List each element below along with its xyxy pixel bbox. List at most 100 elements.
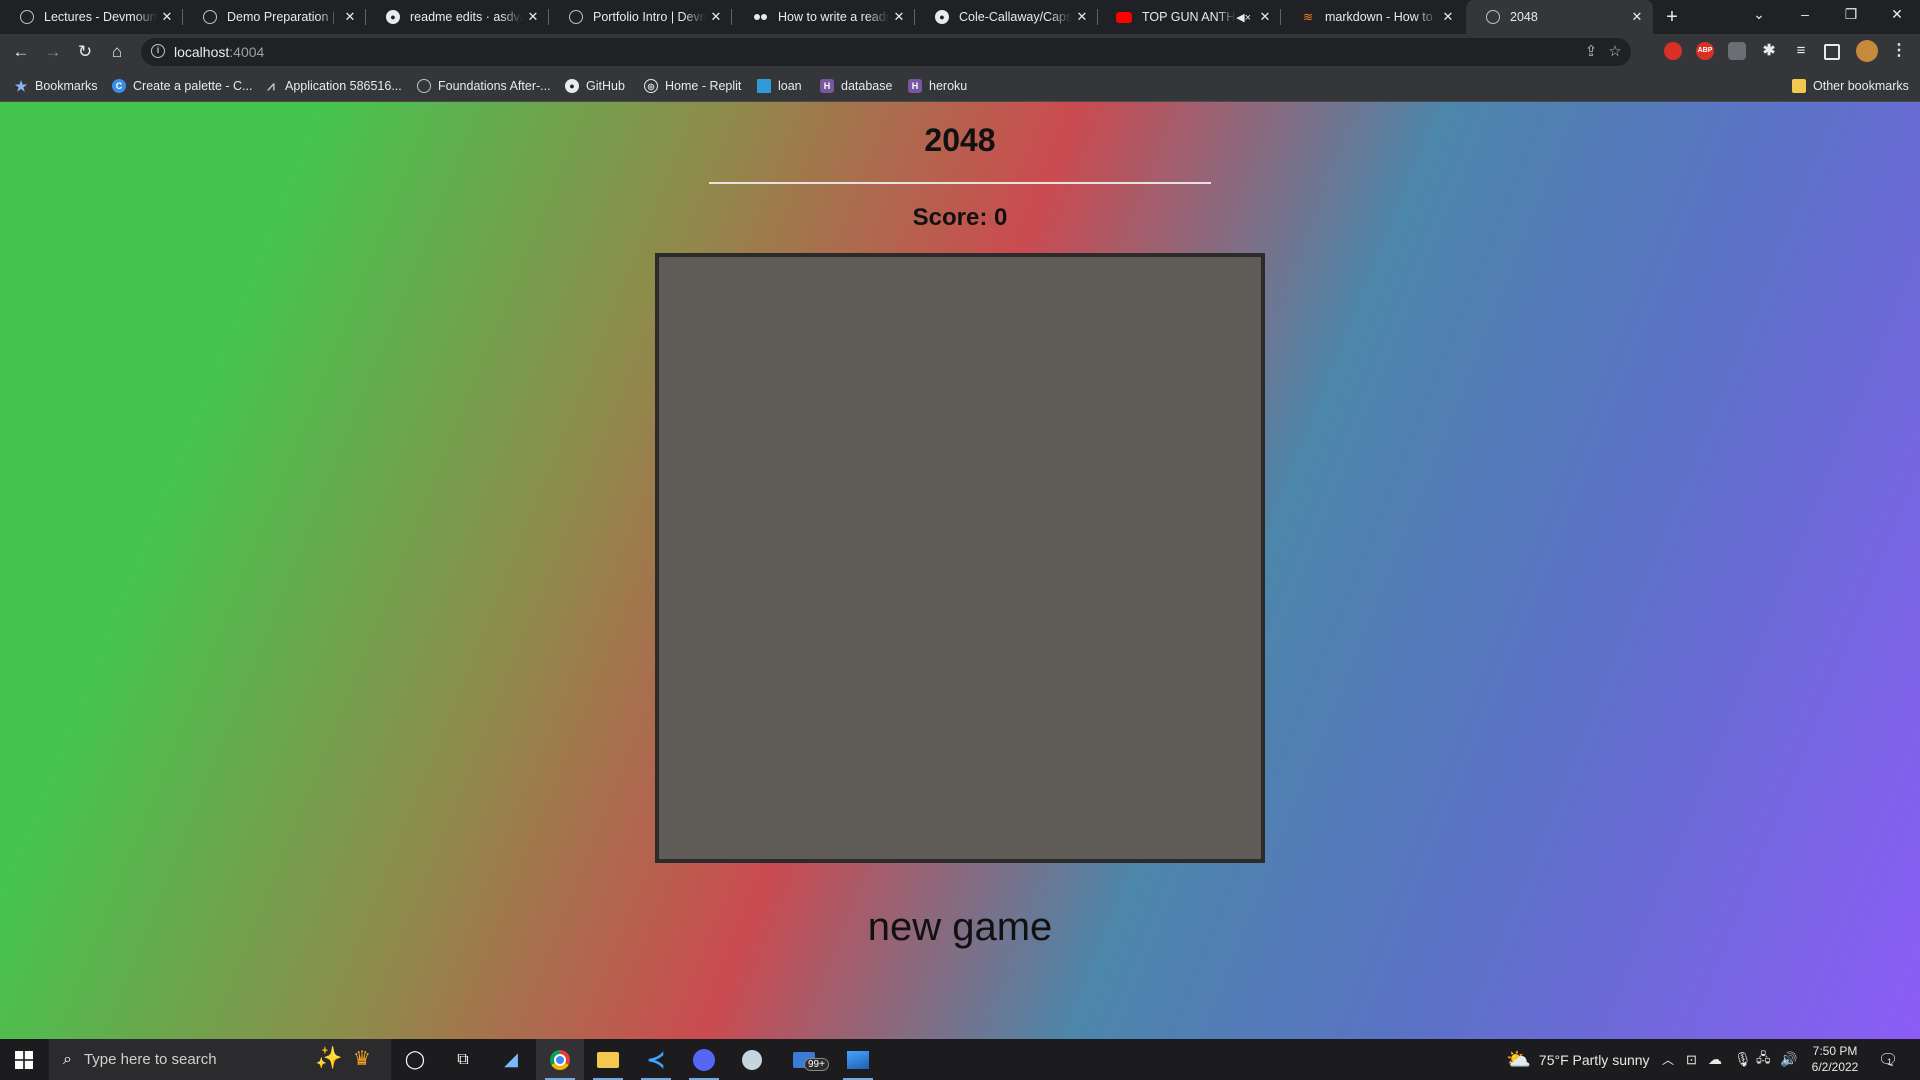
search-highlight-icon: ✨ [315,1045,343,1070]
tab-readme-edits[interactable]: ● readme edits · asdvalenzuela ✕ [366,0,549,34]
chrome-menu-icon[interactable]: ⋮ [1890,42,1908,60]
steam-logo-icon [742,1049,762,1070]
window-close-button[interactable]: ✕ [1874,0,1920,30]
minimize-button[interactable]: – [1782,0,1828,30]
close-icon[interactable]: ✕ [1072,9,1092,25]
adblock-plus-icon[interactable]: ABP [1696,42,1714,60]
tab-portfolio-intro[interactable]: Portfolio Intro | Devmountain ✕ [549,0,732,34]
clock-time: 7:50 PM [1812,1044,1858,1058]
onedrive-icon[interactable]: ☁ [1708,1039,1722,1080]
bookmark-loan[interactable]: loan [757,77,802,95]
bookmark-replit[interactable]: ◎ Home - Replit [644,77,741,95]
image-icon [847,1050,869,1069]
notification-bubble-icon: 🗨 1 [1878,1051,1899,1069]
close-icon[interactable]: ✕ [889,9,909,25]
tab-demo-preparation[interactable]: Demo Preparation | Devmountain ✕ [183,0,366,34]
side-panel-icon[interactable] [1824,44,1840,60]
new-game-button[interactable]: new game [0,905,1920,950]
tab-search-button[interactable]: ⌄ [1736,0,1782,30]
device-icon[interactable]: ⊡ [1686,1039,1697,1080]
extensions-puzzle-icon[interactable]: ✱ [1760,42,1778,60]
site-info-icon[interactable]: i [151,44,165,58]
taskbar-search[interactable]: ⌕ Type here to search ✨ ♛ [49,1039,391,1080]
chrome-taskbar-icon[interactable] [536,1039,584,1080]
tab-capstone-repo[interactable]: ● Cole-Callaway/Capstone ✕ [915,0,1098,34]
score-display: Score: 0 [912,204,1008,231]
network-icon[interactable]: 🖧 [1756,1039,1771,1080]
profile-avatar[interactable] [1856,40,1878,62]
show-hidden-icons-button[interactable]: ︿ [1662,1039,1674,1080]
bookmark-label: Bookmarks [35,79,98,93]
photos-icon[interactable] [834,1039,882,1080]
star-icon: ★ [14,77,28,94]
extension-gray-icon[interactable] [1728,42,1746,60]
speaker-muted-icon[interactable]: ◀× [1236,11,1251,24]
github-icon: ● [565,79,579,93]
vscode-icon[interactable]: ≺ [632,1039,680,1080]
tab-2048[interactable]: 2048 ✕ [1466,0,1653,34]
tab-lectures[interactable]: Lectures - Devmountain ✕ [0,0,183,34]
game-board[interactable] [655,253,1265,863]
system-clock[interactable]: 7:50 PM 6/2/2022 [1802,1043,1868,1075]
globe-icon [569,10,583,24]
extension-red-icon[interactable] [1664,42,1682,60]
microphone-icon[interactable]: 🎙 [1734,1039,1752,1080]
close-icon[interactable]: ✕ [340,9,360,25]
media-control-icon[interactable]: ≡ [1792,42,1810,60]
weather-widget[interactable]: ⛅ 75°F Partly sunny [1506,1039,1650,1080]
bookmark-github[interactable]: ● GitHub [565,77,625,95]
tab-title: Cole-Callaway/Capstone [959,10,1072,24]
app-pinned-icon[interactable]: ◢ [487,1039,535,1080]
globe-icon [20,10,34,24]
restore-button[interactable]: ❐ [1828,0,1874,30]
tab-how-to-write-readme[interactable]: How to write a readme ✕ [732,0,915,34]
globe-icon [417,79,431,93]
discord-icon[interactable] [680,1039,728,1080]
other-bookmarks[interactable]: Other bookmarks [1792,77,1909,95]
youtube-icon [1116,11,1132,23]
bookmark-heroku[interactable]: H heroku [908,77,967,95]
bookmark-foundations[interactable]: Foundations After-... [417,77,551,95]
bookmarks-bar: ★ Bookmarks C Create a palette - C... ⩘ … [0,70,1920,102]
new-tab-button[interactable]: + [1658,5,1686,29]
close-icon[interactable]: ✕ [1438,9,1458,25]
bookmark-star-icon[interactable]: ☆ [1605,42,1625,60]
bookmark-label: loan [778,79,802,93]
close-icon[interactable]: ✕ [1627,9,1647,25]
file-explorer-icon[interactable] [584,1039,632,1080]
bookmark-application[interactable]: ⩘ Application 586516... [264,77,401,95]
close-icon[interactable]: ✕ [706,9,726,25]
close-icon[interactable]: ✕ [157,9,177,25]
tab-strip: Lectures - Devmountain ✕ Demo Preparatio… [0,0,1920,34]
forward-button[interactable]: → [41,40,65,64]
page-title: 2048 [924,122,996,158]
close-icon[interactable]: ✕ [1255,9,1275,25]
windows-taskbar: ⌕ Type here to search ✨ ♛ ◯ ⧉ ◢ ≺ 99+ ⛅ … [0,1039,1920,1080]
mail-icon[interactable]: 99+ [776,1039,832,1080]
url-text[interactable]: localhost:4004 [174,44,264,60]
tab-markdown-how-to[interactable]: ≋ markdown - How to add ✕ [1281,0,1464,34]
bookmark-label: Other bookmarks [1813,79,1909,93]
bookmark-create-palette[interactable]: C Create a palette - C... [112,77,253,95]
start-button[interactable] [0,1039,48,1080]
task-view-button[interactable]: ⧉ [439,1039,487,1080]
browser-toolbar: ← → ↻ ⌂ i localhost:4004 ⇪ ☆ ABP ✱ ≡ ⋮ [0,34,1920,70]
share-icon[interactable]: ⇪ [1581,42,1601,60]
notification-center-icon[interactable]: 🗨 1 [1878,1039,1898,1080]
home-button[interactable]: ⌂ [105,40,129,64]
cortana-button[interactable]: ◯ [391,1039,439,1080]
bookmark-database[interactable]: H database [820,77,892,95]
tab-top-gun-anthem[interactable]: TOP GUN ANTHEM ◀× ✕ [1098,0,1281,34]
github-icon: ● [386,10,400,24]
tab-title: Demo Preparation | Devmountain [227,10,340,24]
reload-button[interactable]: ↻ [73,40,97,64]
address-bar[interactable]: i localhost:4004 ⇪ ☆ [141,38,1631,66]
volume-icon[interactable]: 🔊 [1780,1039,1797,1080]
close-icon[interactable]: ✕ [523,9,543,25]
bookmark-bookmarks[interactable]: ★ Bookmarks [14,77,98,95]
folder-icon [597,1051,619,1068]
back-button[interactable]: ← [9,40,33,64]
loan-site-icon [757,79,771,93]
heroku-icon: H [820,79,834,93]
steam-icon[interactable] [728,1039,776,1080]
